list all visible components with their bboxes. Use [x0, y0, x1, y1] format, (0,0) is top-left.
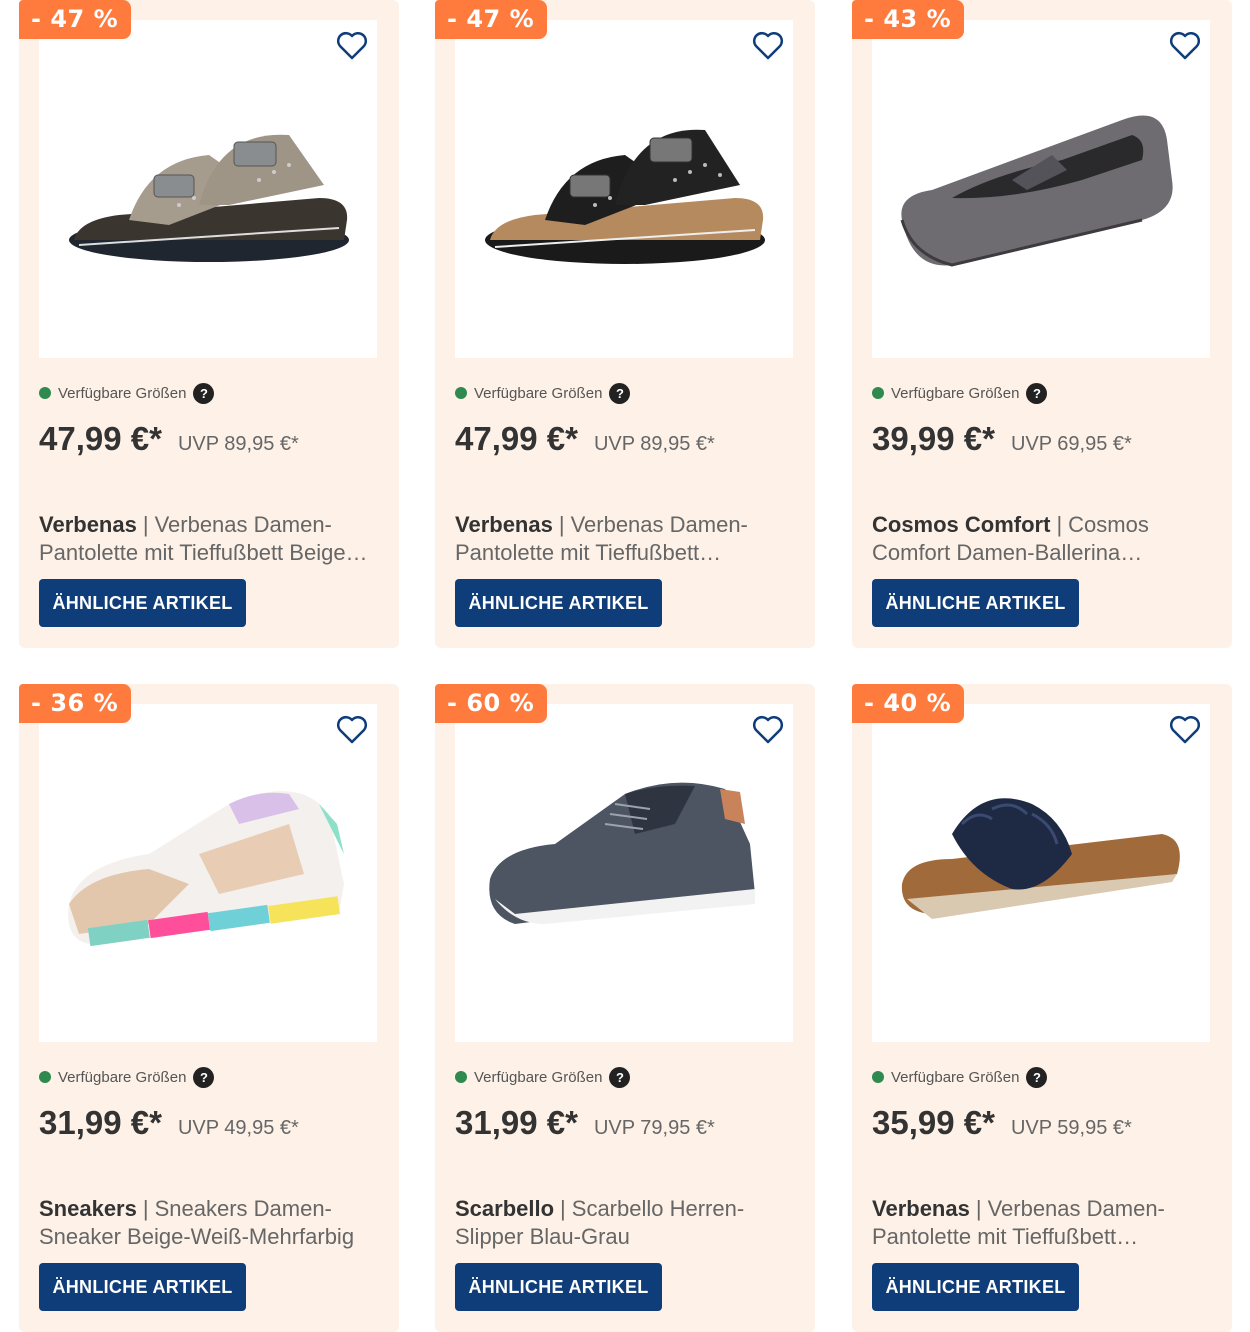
heart-icon[interactable] — [1168, 30, 1202, 62]
product-title[interactable]: Verbenas | Verbenas Damen-Pantolette mit T… — [39, 511, 379, 567]
ballerina-grey-image — [900, 115, 1173, 267]
current-price: 31,99 €* — [39, 1104, 162, 1141]
availability-dot — [39, 387, 51, 399]
sandal-beige-studded-image — [69, 134, 349, 262]
uvp-price: UVP 89,95 €* — [177, 433, 299, 455]
help-icon[interactable]: ? — [609, 382, 631, 404]
availability-dot — [455, 1071, 467, 1083]
product-title[interactable]: Verbenas | Verbenas Damen-Pantolette mit T… — [872, 1195, 1212, 1251]
discount-badge: - 60 % — [435, 684, 548, 723]
discount-badge: - 40 % — [852, 684, 965, 723]
product-card[interactable]: - 47 % Verfügbare Größen ? 47,99 €* UVP … — [435, 0, 815, 648]
available-sizes[interactable]: Verfügbare Größen ? — [39, 1065, 215, 1089]
available-sizes-label: Verfügbare Größen — [58, 384, 187, 402]
availability-dot — [872, 1071, 884, 1083]
uvp-price: UVP 89,95 €* — [593, 433, 715, 455]
available-sizes-label: Verfügbare Größen — [891, 384, 1020, 402]
availability-dot — [872, 387, 884, 399]
available-sizes[interactable]: Verfügbare Größen ? — [39, 381, 215, 405]
sneaker-beige-multicolor-image — [68, 791, 344, 947]
uvp-price: UVP 49,95 €* — [177, 1117, 299, 1139]
discount-badge: - 47 % — [19, 0, 132, 39]
brand-name: Cosmos Comfort — [872, 512, 1051, 537]
current-price: 47,99 €* — [455, 420, 578, 457]
discount-badge: - 36 % — [19, 684, 132, 723]
price-row: 31,99 €* UVP 49,95 €* — [39, 1104, 299, 1142]
similar-items-button[interactable]: ÄHNLICHE ARTIKEL — [39, 579, 246, 627]
product-title[interactable]: Sneakers | Sneakers Damen-Sneaker Beige-We… — [39, 1195, 379, 1251]
product-image[interactable] — [455, 704, 793, 1042]
help-icon[interactable]: ? — [1026, 382, 1048, 404]
product-image[interactable] — [39, 20, 377, 358]
product-card[interactable]: - 36 % Verfügbare Größen ? 31,99 €* UVP … — [19, 684, 399, 1332]
available-sizes-label: Verfügbare Größen — [474, 1068, 603, 1086]
brand-name: Scarbello — [455, 1196, 555, 1221]
available-sizes-label: Verfügbare Größen — [891, 1068, 1020, 1086]
price-row: 47,99 €* UVP 89,95 €* — [39, 420, 299, 458]
product-title[interactable]: Cosmos Comfort | Cosmos Comfort Damen-Ball… — [872, 511, 1212, 567]
available-sizes-label: Verfügbare Größen — [58, 1068, 187, 1086]
product-title[interactable]: Verbenas | Verbenas Damen-Pantolette mit T… — [455, 511, 795, 567]
product-image[interactable] — [455, 20, 793, 358]
product-card[interactable]: - 60 % Verfügbare Größen ? 31,99 €* UVP … — [435, 684, 815, 1332]
discount-badge: - 47 % — [435, 0, 548, 39]
uvp-price: UVP 79,95 €* — [593, 1117, 715, 1139]
available-sizes[interactable]: Verfügbare Größen ? — [455, 1065, 631, 1089]
help-icon[interactable]: ? — [193, 1066, 215, 1088]
price-row: 31,99 €* UVP 79,95 €* — [455, 1104, 715, 1142]
similar-items-button[interactable]: ÄHNLICHE ARTIKEL — [872, 1263, 1079, 1311]
heart-icon[interactable] — [751, 714, 785, 746]
product-image[interactable] — [39, 704, 377, 1042]
product-title[interactable]: Scarbello | Scarbello Herren-Slipper Blau-… — [455, 1195, 795, 1251]
slipper-blue-grey-image — [489, 782, 755, 924]
product-image[interactable] — [872, 20, 1210, 358]
heart-icon[interactable] — [751, 30, 785, 62]
product-card[interactable]: - 43 % Verfügbare Größen ? 39,99 €* UVP … — [852, 0, 1232, 648]
similar-items-button[interactable]: ÄHNLICHE ARTIKEL — [455, 579, 662, 627]
current-price: 39,99 €* — [872, 420, 995, 457]
price-row: 47,99 €* UVP 89,95 €* — [455, 420, 715, 458]
help-icon[interactable]: ? — [1026, 1066, 1048, 1088]
price-row: 39,99 €* UVP 69,95 €* — [872, 420, 1132, 458]
help-icon[interactable]: ? — [609, 1066, 631, 1088]
product-grid: - 47 % Verfügbare Größen ? 47,99 €* UVP … — [0, 0, 1250, 1332]
product-card[interactable]: - 40 % Verfügbare Größen ? 35,99 €* UVP … — [852, 684, 1232, 1332]
uvp-price: UVP 59,95 €* — [1010, 1117, 1132, 1139]
available-sizes-label: Verfügbare Größen — [474, 384, 603, 402]
discount-badge: - 43 % — [852, 0, 965, 39]
sandal-black-studded-image — [485, 129, 765, 264]
similar-items-button[interactable]: ÄHNLICHE ARTIKEL — [455, 1263, 662, 1311]
heart-icon[interactable] — [335, 714, 369, 746]
heart-icon[interactable] — [1168, 714, 1202, 746]
uvp-price: UVP 69,95 €* — [1010, 433, 1132, 455]
similar-items-button[interactable]: ÄHNLICHE ARTIKEL — [872, 579, 1079, 627]
slide-navy-ruffle-image — [901, 798, 1180, 919]
brand-name: Verbenas — [872, 1196, 970, 1221]
availability-dot — [455, 387, 467, 399]
help-icon[interactable]: ? — [193, 382, 215, 404]
current-price: 35,99 €* — [872, 1104, 995, 1141]
available-sizes[interactable]: Verfügbare Größen ? — [872, 1065, 1048, 1089]
product-card[interactable]: - 47 % Verfügbare Größen ? 47,99 €* UVP … — [19, 0, 399, 648]
similar-items-button[interactable]: ÄHNLICHE ARTIKEL — [39, 1263, 246, 1311]
available-sizes[interactable]: Verfügbare Größen ? — [872, 381, 1048, 405]
brand-name: Verbenas — [455, 512, 553, 537]
price-row: 35,99 €* UVP 59,95 €* — [872, 1104, 1132, 1142]
product-image[interactable] — [872, 704, 1210, 1042]
current-price: 31,99 €* — [455, 1104, 578, 1141]
availability-dot — [39, 1071, 51, 1083]
brand-name: Sneakers — [39, 1196, 137, 1221]
brand-name: Verbenas — [39, 512, 137, 537]
current-price: 47,99 €* — [39, 420, 162, 457]
available-sizes[interactable]: Verfügbare Größen ? — [455, 381, 631, 405]
heart-icon[interactable] — [335, 30, 369, 62]
